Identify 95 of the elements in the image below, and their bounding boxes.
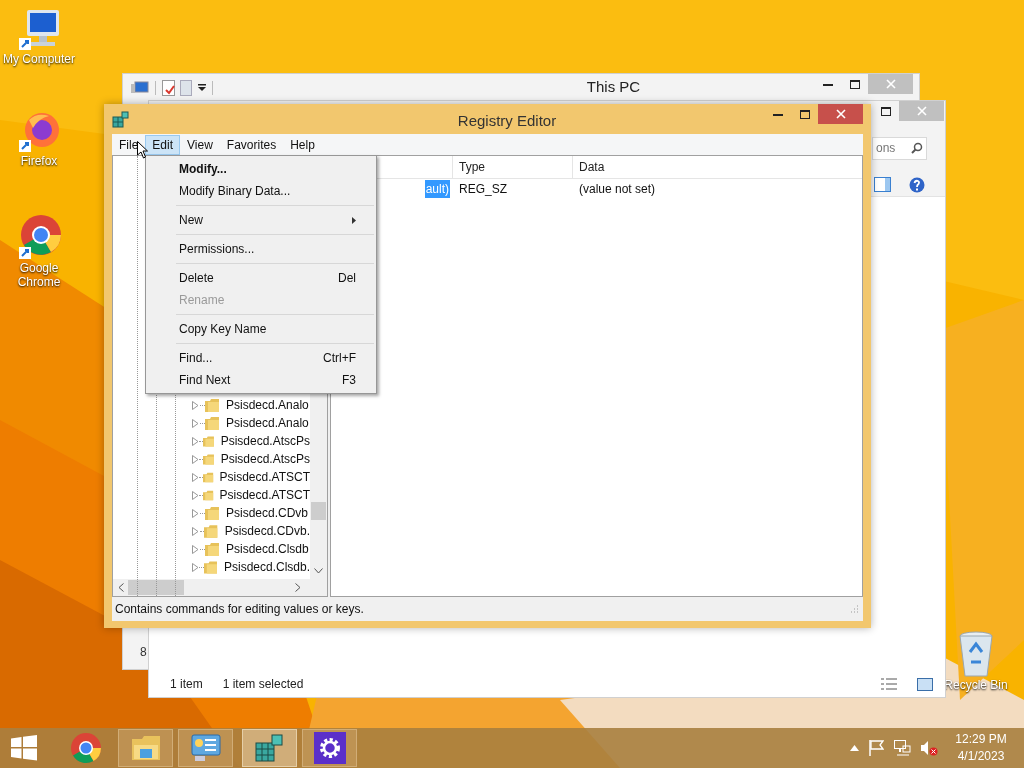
tree-item[interactable]: Psisdecd.Clsdb — [226, 540, 309, 558]
menu-option[interactable]: Find... Ctrl+F — [176, 347, 374, 369]
scroll-down-icon[interactable] — [314, 568, 323, 574]
expand-arrow-icon[interactable] — [192, 454, 199, 464]
pane-icon[interactable] — [874, 177, 891, 192]
speaker-muted-icon[interactable] — [921, 740, 938, 756]
menu-option[interactable]: Modify... — [176, 158, 374, 180]
folder-icon — [205, 398, 220, 412]
tree-item[interactable]: Psisdecd.AtscPs — [220, 432, 310, 450]
submenu-arrow-icon — [352, 216, 356, 224]
tree-item[interactable]: Psisdecd.ATSCT — [219, 486, 310, 504]
status-text: 1 item selected — [222, 676, 304, 693]
folder-icon — [202, 470, 214, 484]
tree-item[interactable]: Psisdecd.CDvb. — [224, 522, 310, 540]
tree-item[interactable]: Psisdecd.Analo — [226, 414, 309, 432]
horizontal-scrollbar[interactable] — [113, 579, 327, 596]
caret-up-icon[interactable] — [850, 745, 859, 751]
expand-arrow-icon[interactable] — [192, 472, 199, 482]
tree-item[interactable]: Psisdecd.CDvb — [226, 504, 309, 522]
thumbnail-view-icon[interactable] — [917, 677, 933, 691]
scroll-thumb[interactable] — [311, 502, 326, 520]
maximize-icon — [849, 79, 860, 89]
column-header[interactable]: Type — [452, 156, 572, 178]
gear-icon — [313, 732, 346, 764]
resize-grip-icon[interactable] — [850, 604, 859, 614]
folder-icon — [204, 524, 219, 538]
search-field[interactable]: ons — [872, 136, 927, 160]
expand-arrow-icon[interactable] — [192, 562, 200, 572]
tree-item[interactable]: Psisdecd.ATSCT — [219, 468, 310, 486]
window-title: This PC — [585, 77, 642, 98]
close-icon — [885, 79, 896, 89]
maximize-icon — [880, 106, 891, 116]
folder-icon — [202, 488, 214, 502]
recycle-bin-icon — [956, 630, 996, 678]
scroll-right-icon[interactable] — [295, 583, 301, 592]
chrome-icon — [69, 732, 102, 764]
firefox-icon — [17, 110, 61, 154]
expand-arrow-icon[interactable] — [192, 418, 200, 428]
menu-option[interactable]: Delete Del — [176, 267, 374, 289]
network-icon[interactable] — [894, 740, 911, 756]
expand-arrow-icon[interactable] — [192, 508, 200, 518]
minimize-icon — [772, 112, 783, 116]
computer-icon — [131, 80, 149, 95]
folder-icon — [205, 542, 220, 556]
menu-item[interactable]: Edit — [145, 134, 181, 155]
expand-arrow-icon[interactable] — [192, 544, 200, 554]
table-cell-text: REG_SZ — [458, 181, 508, 198]
scroll-thumb[interactable] — [128, 580, 184, 595]
computer-icon — [17, 8, 61, 52]
scroll-left-icon[interactable] — [118, 583, 124, 592]
folder-icon — [130, 735, 161, 761]
folder-icon — [180, 79, 192, 96]
window-title: Registry Editor — [456, 111, 558, 131]
folder-icon — [202, 452, 215, 466]
minimize-icon — [822, 82, 833, 86]
close-icon — [916, 106, 927, 116]
menu-item[interactable]: View — [180, 134, 220, 155]
help-icon[interactable] — [909, 176, 925, 193]
menu-option[interactable]: Permissions... — [176, 238, 374, 260]
details-view-icon[interactable] — [881, 678, 897, 690]
close-icon — [835, 109, 846, 119]
expand-arrow-icon[interactable] — [192, 490, 199, 500]
item-text: 8 — [140, 644, 147, 661]
taskbar-button[interactable] — [242, 729, 297, 767]
taskbar-button[interactable] — [302, 729, 357, 767]
properties-icon — [162, 79, 176, 96]
menu-item[interactable]: Help — [283, 134, 322, 155]
menu-option[interactable]: Modify Binary Data... — [176, 180, 374, 202]
menu-option[interactable]: Copy Key Name — [176, 318, 374, 340]
status-text: Contains commands for editing values or keys. — [115, 601, 364, 618]
status-text: 1 item — [170, 676, 203, 693]
menu-option[interactable]: New — [176, 209, 374, 231]
tree-item[interactable]: Psisdecd.Analo — [226, 396, 309, 414]
registry-icon — [253, 733, 286, 763]
dropdown-icon — [198, 83, 206, 92]
menu-item[interactable]: Favorites — [219, 134, 284, 155]
flag-icon[interactable] — [869, 740, 884, 756]
tree-item[interactable]: Psisdecd.AtscPs — [220, 450, 310, 468]
expand-arrow-icon[interactable] — [192, 436, 199, 446]
windows-logo-icon — [11, 735, 37, 761]
registry-icon — [112, 111, 130, 128]
control-panel-icon — [190, 734, 221, 762]
folder-icon — [204, 560, 218, 574]
tree-item[interactable]: Psisdecd.Clsdb. — [223, 558, 310, 576]
search-icon — [911, 142, 923, 154]
folder-icon — [202, 434, 215, 448]
folder-icon — [205, 416, 220, 430]
expand-arrow-icon[interactable] — [192, 526, 200, 536]
maximize-icon — [799, 109, 810, 119]
folder-icon — [205, 506, 220, 520]
expand-arrow-icon[interactable] — [192, 400, 200, 410]
column-header[interactable]: Data — [572, 156, 692, 178]
menu-option[interactable]: Find Next F3 — [176, 369, 374, 391]
table-cell-text: (value not set) — [578, 181, 656, 198]
taskbar-button[interactable] — [178, 729, 233, 767]
